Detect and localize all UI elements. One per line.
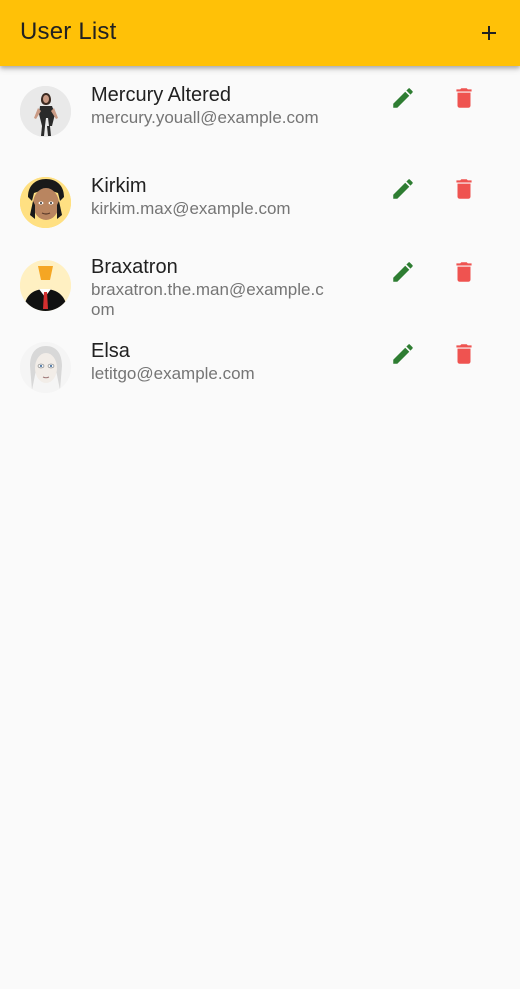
user-info: Mercury Altered mercury.youall@example.c… bbox=[91, 82, 331, 128]
user-name: Braxatron bbox=[91, 256, 178, 278]
list-item[interactable]: Mercury Altered mercury.youall@example.c… bbox=[0, 84, 520, 156]
user-email: letitgo@example.com bbox=[91, 364, 255, 383]
add-user-button[interactable] bbox=[469, 13, 509, 53]
delete-user-button[interactable] bbox=[444, 334, 484, 374]
plus-icon bbox=[482, 26, 496, 40]
trash-icon bbox=[456, 344, 472, 364]
pencil-icon bbox=[393, 262, 413, 282]
delete-user-button[interactable] bbox=[444, 252, 484, 292]
avatar bbox=[20, 260, 71, 311]
trash-icon bbox=[456, 262, 472, 282]
avatar bbox=[20, 86, 71, 137]
pencil-icon bbox=[393, 179, 413, 199]
user-name: Elsa bbox=[91, 340, 130, 362]
user-info: Elsa letitgo@example.com bbox=[91, 338, 331, 384]
edit-user-button[interactable] bbox=[383, 252, 423, 292]
avatar bbox=[20, 342, 71, 393]
delete-user-button[interactable] bbox=[444, 78, 484, 118]
trash-icon bbox=[456, 88, 472, 108]
user-info: Kirkim kirkim.max@example.com bbox=[91, 173, 331, 219]
edit-user-button[interactable] bbox=[383, 334, 423, 374]
user-name: Kirkim bbox=[91, 175, 147, 197]
avatar bbox=[20, 177, 71, 228]
user-email: braxatron.the.man@example.com bbox=[91, 280, 324, 319]
delete-user-button[interactable] bbox=[444, 169, 484, 209]
user-email: kirkim.max@example.com bbox=[91, 199, 291, 218]
trash-icon bbox=[456, 179, 472, 199]
page-title: User List bbox=[20, 18, 117, 45]
user-name: Mercury Altered bbox=[91, 84, 232, 106]
user-email: mercury.youall@example.com bbox=[91, 108, 319, 127]
user-info: Braxatron braxatron.the.man@example.com bbox=[91, 254, 331, 320]
pencil-icon bbox=[393, 88, 413, 108]
edit-user-button[interactable] bbox=[383, 169, 423, 209]
pencil-icon bbox=[393, 344, 413, 364]
list-item[interactable]: Braxatron braxatron.the.man@example.com bbox=[0, 256, 520, 340]
edit-user-button[interactable] bbox=[383, 78, 423, 118]
list-item[interactable]: Kirkim kirkim.max@example.com bbox=[0, 175, 520, 247]
list-item[interactable]: Elsa letitgo@example.com bbox=[0, 340, 520, 412]
app-bar: User List bbox=[0, 0, 520, 66]
